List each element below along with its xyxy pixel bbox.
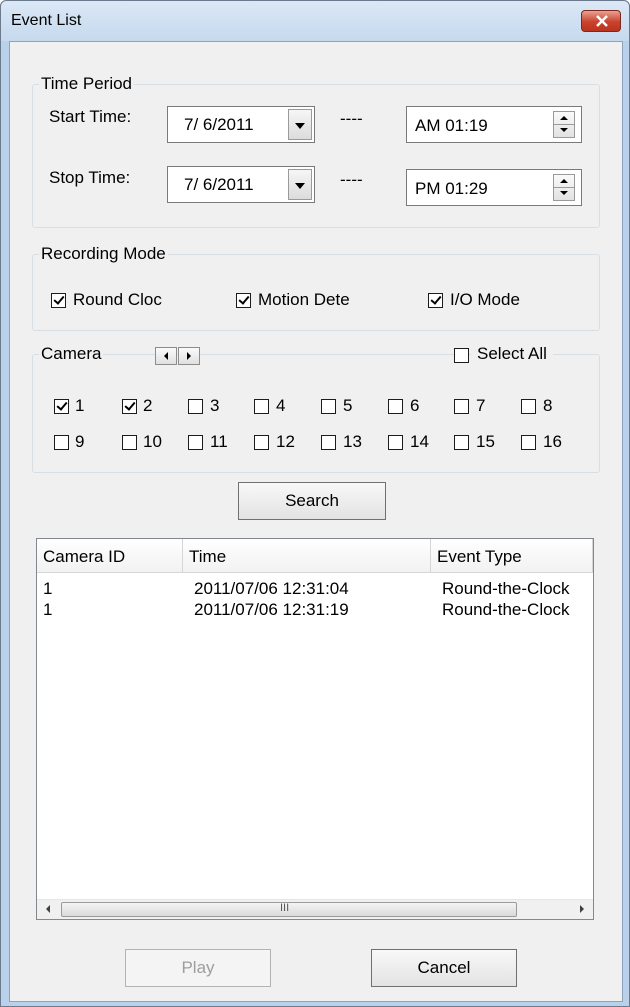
column-header-time[interactable]: Time xyxy=(183,539,431,573)
horizontal-scrollbar[interactable]: III xyxy=(37,899,593,919)
camera-12-checkbox[interactable] xyxy=(254,435,269,450)
camera-group: Camera Select All 1 2 3 4 5 6 7 8 9 10 1… xyxy=(32,344,600,473)
camera-14-checkbox[interactable] xyxy=(388,435,403,450)
column-header-label: Camera ID xyxy=(43,547,126,566)
table-row[interactable]: 1 2011/07/06 12:31:04 Round-the-Clock xyxy=(37,579,593,599)
close-button[interactable] xyxy=(581,10,621,32)
scroll-right-icon[interactable] xyxy=(573,900,591,918)
start-date-value: 7/ 6/2011 xyxy=(184,115,254,134)
camera-5-checkbox[interactable] xyxy=(321,399,336,414)
cell-camera-id: 1 xyxy=(43,579,53,598)
select-all-checkbox[interactable] xyxy=(454,348,469,363)
camera-3-checkbox[interactable] xyxy=(188,399,203,414)
camera-8-checkbox[interactable] xyxy=(521,399,536,414)
stop-time-value: PM 01:29 xyxy=(415,179,488,198)
camera-16-label: 16 xyxy=(543,432,562,451)
start-time-dash: ---- xyxy=(340,109,363,128)
event-list-window: Event List Time Period Start Time: 7/ 6/… xyxy=(0,0,630,1007)
start-time-value: AM 01:19 xyxy=(415,116,488,135)
camera-5-label: 5 xyxy=(343,396,353,415)
camera-6-label: 6 xyxy=(410,396,420,415)
motion-detection-label[interactable]: Motion Dete xyxy=(258,290,350,310)
scroll-left-icon[interactable] xyxy=(39,900,57,918)
camera-4-label: 4 xyxy=(276,396,286,415)
camera-7-checkbox[interactable] xyxy=(454,399,469,414)
camera-4-checkbox[interactable] xyxy=(254,399,269,414)
camera-10-label: 10 xyxy=(143,432,162,451)
scrollbar-grip: III xyxy=(280,902,290,914)
time-period-legend: Time Period xyxy=(39,74,135,94)
column-header-label: Time xyxy=(189,547,227,566)
camera-11-label: 11 xyxy=(210,432,228,451)
start-time-label: Start Time: xyxy=(49,107,132,126)
recording-mode-group: Recording Mode Round Cloc Motion Dete I/… xyxy=(32,244,600,331)
camera-7-label: 7 xyxy=(476,396,486,415)
camera-9-label: 9 xyxy=(75,432,85,451)
select-all-label[interactable]: Select All xyxy=(471,344,553,364)
spin-up-down-icon[interactable] xyxy=(553,111,575,138)
io-mode-label[interactable]: I/O Mode xyxy=(450,290,520,310)
camera-2-label: 2 xyxy=(143,396,153,415)
stop-date-value: 7/ 6/2011 xyxy=(184,175,254,194)
chevron-down-icon[interactable] xyxy=(288,169,312,200)
camera-14-label: 14 xyxy=(410,432,429,451)
chevron-down-icon[interactable] xyxy=(288,109,312,140)
scroll-left-icon[interactable] xyxy=(155,347,177,365)
camera-13-checkbox[interactable] xyxy=(321,435,336,450)
dialog-client-area: Time Period Start Time: 7/ 6/2011 ---- A… xyxy=(9,41,623,1002)
camera-16-checkbox[interactable] xyxy=(521,435,536,450)
camera-8-label: 8 xyxy=(543,396,553,415)
column-header-event-type[interactable]: Event Type xyxy=(431,539,593,573)
search-button[interactable]: Search xyxy=(238,482,386,520)
scroll-right-icon[interactable] xyxy=(178,347,200,365)
motion-detection-checkbox[interactable] xyxy=(236,293,251,308)
io-mode-checkbox[interactable] xyxy=(428,293,443,308)
camera-legend: Camera xyxy=(39,344,104,364)
camera-1-label: 1 xyxy=(75,396,85,415)
camera-13-label: 13 xyxy=(343,432,362,451)
camera-15-label: 15 xyxy=(476,432,495,451)
table-header: Camera ID Time Event Type xyxy=(37,539,593,573)
stop-date-combo[interactable]: 7/ 6/2011 xyxy=(167,166,315,203)
round-clock-checkbox[interactable] xyxy=(51,293,66,308)
stop-time-spinner[interactable]: PM 01:29 xyxy=(406,169,582,206)
start-date-combo[interactable]: 7/ 6/2011 xyxy=(167,106,315,143)
cell-time: 2011/07/06 12:31:04 xyxy=(194,579,349,598)
column-header-camera-id[interactable]: Camera ID xyxy=(37,539,183,573)
window-title: Event List xyxy=(11,12,82,29)
camera-3-label: 3 xyxy=(210,396,220,415)
table-row[interactable]: 1 2011/07/06 12:31:19 Round-the-Clock xyxy=(37,600,593,620)
round-clock-label[interactable]: Round Cloc xyxy=(73,290,162,310)
camera-9-checkbox[interactable] xyxy=(54,435,69,450)
scrollbar-thumb[interactable]: III xyxy=(61,902,517,917)
camera-2-checkbox[interactable] xyxy=(122,399,137,414)
cell-camera-id: 1 xyxy=(43,600,53,619)
play-button[interactable]: Play xyxy=(125,949,271,987)
camera-page-arrows xyxy=(155,347,201,365)
recording-mode-legend: Recording Mode xyxy=(39,244,168,264)
cell-event-type: Round-the-Clock xyxy=(442,579,570,598)
stop-time-label: Stop Time: xyxy=(49,168,131,187)
camera-10-checkbox[interactable] xyxy=(122,435,137,450)
cell-time: 2011/07/06 12:31:19 xyxy=(194,600,349,619)
time-period-group: Time Period Start Time: 7/ 6/2011 ---- A… xyxy=(32,74,600,228)
camera-1-checkbox[interactable] xyxy=(54,399,69,414)
column-header-label: Event Type xyxy=(437,547,522,566)
cell-event-type: Round-the-Clock xyxy=(442,600,570,619)
event-list-table[interactable]: Camera ID Time Event Type 1 2011/07/06 1… xyxy=(36,538,594,920)
start-time-spinner[interactable]: AM 01:19 xyxy=(406,106,582,143)
title-bar[interactable]: Event List xyxy=(1,1,629,41)
camera-12-label: 12 xyxy=(276,432,295,451)
cancel-button[interactable]: Cancel xyxy=(371,949,517,987)
camera-11-checkbox[interactable] xyxy=(188,435,203,450)
camera-6-checkbox[interactable] xyxy=(388,399,403,414)
stop-time-dash: ---- xyxy=(340,170,363,189)
camera-15-checkbox[interactable] xyxy=(454,435,469,450)
close-icon xyxy=(596,15,608,27)
spin-up-down-icon[interactable] xyxy=(553,174,575,201)
